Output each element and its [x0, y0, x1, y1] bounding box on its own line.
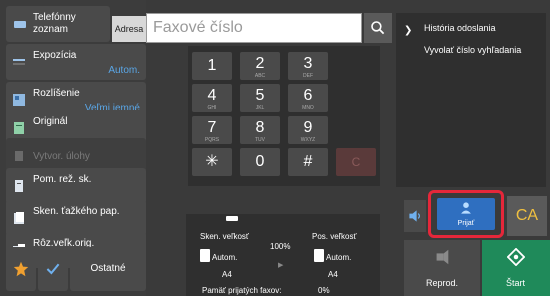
search-icon [371, 21, 385, 35]
check-button[interactable] [38, 247, 68, 291]
scan-paper-size: A4 [222, 270, 232, 279]
receive-label: Prijať [457, 220, 475, 227]
numeric-keypad: 1 2 ABC 3 DEF 4 GHI 5 JKL 6 MNO 7 PQRS 8 TUV 9W… [188, 46, 380, 186]
address-book-label: Telefónny zoznam [33, 12, 76, 35]
key-2-digit: 2 [255, 55, 265, 72]
key-2[interactable]: 2 ABC [240, 52, 280, 80]
person-icon [461, 202, 471, 214]
address-book-button[interactable]: Telefónny zoznam [6, 6, 110, 42]
key-3[interactable]: 3 DEF [288, 52, 328, 80]
key-7[interactable]: 7 PQRS [192, 116, 232, 144]
send-size-label: Pos. veľkosť [312, 232, 357, 241]
receive-button[interactable]: Prijať [437, 198, 495, 230]
scan-paper-icon [200, 249, 210, 262]
key-8[interactable]: 8 TUV [240, 116, 280, 144]
key-3-letters: DEF [303, 73, 313, 79]
key-0[interactable]: 0 [240, 148, 280, 176]
search-button[interactable] [364, 13, 392, 43]
key-4-digit: 4 [207, 87, 217, 104]
playback-button[interactable]: Reprod. [404, 240, 480, 296]
key-2-letters: ABC [254, 73, 266, 79]
scan-size-mode: Autom. [212, 253, 238, 262]
send-size-mode: Autom. [326, 253, 352, 262]
key-1-digit: 1 [207, 57, 217, 74]
key-9-digit: 9 [303, 119, 313, 136]
checkmark-icon [46, 263, 60, 275]
key-3-digit: 3 [303, 55, 313, 72]
thick-paper-label: Sken. ťažkého pap. [33, 206, 120, 217]
slow-scan-mode-button[interactable]: Pom. rež. sk. [6, 168, 146, 204]
key-6-letters: MNO [302, 105, 314, 111]
key-7-letters: PQRS [204, 137, 220, 143]
exposure-label: Expozícia [33, 50, 77, 61]
playback-label: Reprod. [426, 278, 459, 288]
job-build-icon [15, 151, 23, 161]
original-icon [14, 122, 24, 134]
send-paper-icon [314, 249, 324, 262]
bottom-bar: Ostatné [6, 247, 146, 291]
left-panel: Telefónny zoznam Expozícia Autom. Rozlíš… [0, 0, 146, 296]
scan-size-label: Sken. veľkosť [200, 232, 249, 241]
key-5-digit: 5 [255, 87, 265, 104]
key-asterisk[interactable]: ✳ [192, 148, 232, 176]
scanner-icon [226, 216, 238, 221]
resolution-label: Rozlíšenie [33, 88, 80, 99]
start-diamond-icon [507, 248, 525, 266]
key-4-letters: GHI [207, 105, 217, 111]
star-icon [13, 261, 29, 277]
zoom-value: 100% [270, 242, 291, 251]
address-button[interactable]: Adresa [112, 16, 146, 42]
key-9-letters: WXYZ [300, 137, 316, 143]
send-history-button[interactable]: História odoslania [424, 23, 496, 33]
playback-icon [436, 249, 449, 265]
key-8-letters: TUV [255, 137, 265, 143]
exposure-icon [13, 59, 25, 65]
history-panel: ❯ História odoslania Vyvolať číslo vyhľa… [396, 13, 546, 187]
clear-all-button[interactable]: CA [507, 196, 547, 236]
memory-label: Pamäť prijatých faxov: [202, 286, 282, 295]
send-paper-size: A4 [328, 270, 338, 279]
start-button[interactable]: Štart [482, 240, 550, 296]
other-button[interactable]: Ostatné [70, 247, 146, 291]
thick-paper-icon [14, 212, 24, 224]
key-7-digit: 7 [207, 119, 217, 136]
memory-value: 0% [318, 286, 330, 295]
recall-search-number-button[interactable]: Vyvolať číslo vyhľadania [424, 45, 524, 56]
key-4[interactable]: 4 GHI [192, 84, 232, 112]
address-book-icon [14, 21, 26, 28]
key-hash[interactable]: # [288, 148, 328, 176]
start-label: Štart [506, 278, 526, 288]
slow-scan-label: Pom. rež. sk. [33, 174, 92, 185]
favorites-button[interactable] [6, 247, 36, 291]
fax-number-input[interactable]: Faxové číslo [146, 13, 362, 43]
key-8-digit: 8 [255, 119, 265, 136]
speaker-button[interactable] [404, 200, 426, 232]
key-clear-label: C [351, 155, 361, 169]
exposure-button[interactable]: Expozícia Autom. [6, 44, 146, 80]
chevron-right-icon[interactable]: ❯ [404, 25, 412, 36]
key-0-digit: 0 [255, 153, 265, 170]
exposure-value: Autom. [108, 65, 140, 76]
receive-button-highlight: Prijať [428, 190, 504, 238]
key-5[interactable]: 5 JKL [240, 84, 280, 112]
scan-size-panel[interactable]: Sken. veľkosť Pos. veľkosť 100% Autom. ▶… [186, 214, 380, 296]
key-6[interactable]: 6 MNO [288, 84, 328, 112]
speaker-icon [409, 210, 420, 222]
arrow-right-icon: ▶ [278, 262, 284, 269]
job-build-label: Vytvor. úlohy [33, 151, 90, 162]
resolution-icon [13, 94, 25, 106]
key-clear[interactable]: C [336, 148, 376, 176]
original-label: Originál [33, 116, 68, 127]
key-6-digit: 6 [303, 87, 313, 104]
thick-paper-scan-button[interactable]: Sken. ťažkého pap. [6, 200, 146, 236]
key-1[interactable]: 1 [192, 52, 232, 80]
key-9[interactable]: 9 WXYZ [288, 116, 328, 144]
key-asterisk-symbol: ✳ [205, 153, 219, 170]
key-5-letters: JKL [255, 105, 265, 111]
key-hash-symbol: # [303, 153, 313, 170]
slow-scan-icon [15, 180, 23, 192]
